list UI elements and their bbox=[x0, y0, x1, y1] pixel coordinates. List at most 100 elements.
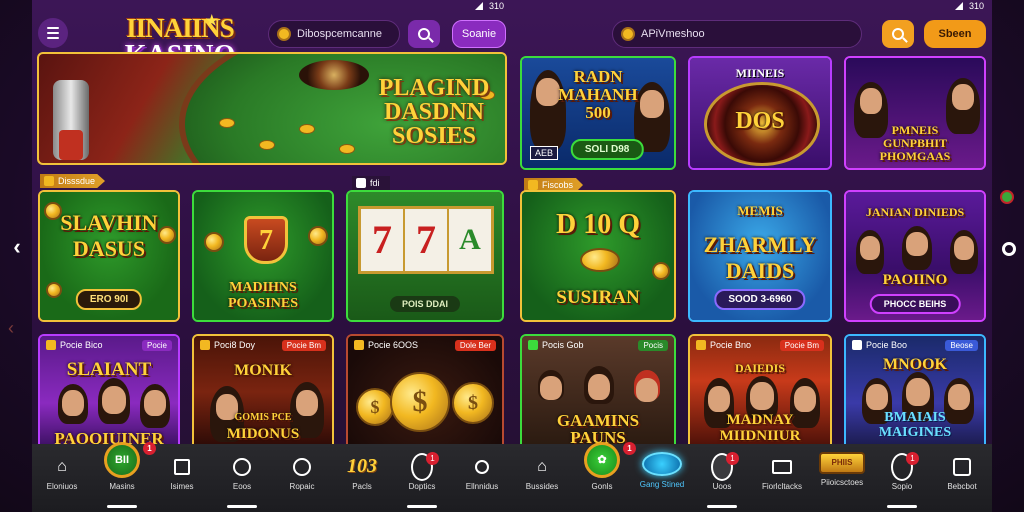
card-title-top: MONIK bbox=[234, 362, 292, 379]
corner-text: Poci8 Doy bbox=[214, 340, 256, 350]
game-card[interactable]: MEMIS ZHARMLY DAIDS SOOD 3-6960 bbox=[688, 190, 832, 322]
nav-label: Ellnnidus bbox=[465, 481, 499, 491]
menu-button[interactable] bbox=[38, 18, 68, 48]
nav-item-fiorlcltacks[interactable]: Fiorlcltacks bbox=[752, 444, 812, 512]
nav-label: Pacls bbox=[352, 482, 372, 491]
card-title: BMAIAIS MAIGINES bbox=[846, 410, 984, 440]
card-title-line3: DAIDS bbox=[725, 258, 795, 283]
game-card[interactable]: PMNEIS GUNPBHIT PHOMGAAS bbox=[844, 56, 986, 170]
card-pill[interactable]: SOLI D98 bbox=[570, 139, 644, 160]
notification-dot-icon[interactable] bbox=[1000, 190, 1014, 204]
coin-icon bbox=[621, 27, 635, 41]
game-card[interactable]: Pocie 6OOS Dole Ber $ $ $ bbox=[346, 334, 504, 450]
nav-label: Bussides bbox=[525, 481, 559, 491]
card-pill[interactable]: PHOCC BEIHS bbox=[869, 294, 961, 314]
game-card[interactable]: Pocis Gob Pocis GAAMINS PAUNS bbox=[520, 334, 676, 450]
card-pill[interactable]: POIS DDAI bbox=[389, 296, 461, 312]
nav-item-ropaic[interactable]: Ropaic bbox=[272, 444, 332, 512]
reel-symbol: 7 bbox=[416, 217, 436, 262]
card-corner-tag: Dole Ber bbox=[454, 340, 496, 351]
nav-item-gonls[interactable]: ✿ 1 Gonls bbox=[572, 441, 636, 512]
game-card[interactable]: JANIAN DINIEDS PAOIINO PHOCC BEIHS bbox=[844, 190, 986, 322]
card-title-line2: ZHARMLY bbox=[703, 232, 817, 257]
section-label-slots: fdi bbox=[352, 176, 390, 190]
section-label-text: Disssdue bbox=[58, 176, 96, 186]
search-icon bbox=[892, 28, 904, 40]
nav-item-ellnnidus[interactable]: Ellnnidus bbox=[452, 444, 512, 512]
card-title-line2: POASINES bbox=[227, 296, 299, 311]
person-face bbox=[102, 386, 126, 414]
nav-item-sopio[interactable]: 1 Sopio bbox=[872, 444, 932, 512]
game-card[interactable]: SLAVHIN DASUS ERO 90I bbox=[38, 190, 180, 322]
card-title-line1: SLAVHIN bbox=[60, 210, 158, 235]
reel: 7 bbox=[405, 209, 449, 271]
search-input[interactable]: Dibospcemcanne bbox=[268, 20, 400, 48]
nav-item-bebcbot[interactable]: Bebcbot bbox=[932, 444, 992, 512]
nav-label: Masins bbox=[109, 481, 135, 491]
dollar-coin-icon: $ bbox=[390, 372, 450, 432]
card-pill[interactable]: ERO 90I bbox=[75, 289, 143, 310]
reel: A bbox=[449, 209, 491, 271]
star-icon: ★ bbox=[205, 14, 218, 29]
nav-item-eoos[interactable]: Eoos bbox=[212, 444, 272, 512]
nav-item-home[interactable]: ⌂ Bussides bbox=[512, 444, 572, 512]
game-card[interactable]: RADN MAHANH 500 AEB SOLI D98 bbox=[520, 56, 676, 170]
nav-active-indicator bbox=[227, 505, 257, 508]
search-button[interactable] bbox=[882, 20, 914, 48]
card-corner-tag: Pocie Bm bbox=[779, 340, 824, 351]
nav-item-gang-stined[interactable]: Gang Stined bbox=[632, 444, 692, 512]
ring-icon[interactable] bbox=[1002, 242, 1016, 256]
nav-item-doptics[interactable]: 1 Doptics bbox=[392, 444, 452, 512]
game-card[interactable]: Pocie Bico Pocie SLAIANT PAOQIUINER bbox=[38, 334, 180, 450]
card-title-line3: PHOMGAAS bbox=[879, 149, 951, 163]
card-corner-label: Pocie Bico bbox=[46, 340, 103, 350]
person-face bbox=[906, 232, 928, 256]
compass-icon: 1 bbox=[891, 451, 919, 481]
signup-button[interactable]: Soanie bbox=[452, 20, 506, 48]
game-card[interactable]: Poci8 Doy Pocie Bm MONIK GOMIS PCE MIDON… bbox=[192, 334, 334, 450]
game-card[interactable]: D 10 Q SUSIRAN bbox=[520, 190, 676, 322]
person-face bbox=[952, 84, 974, 110]
search-button[interactable] bbox=[408, 20, 440, 48]
signal-icon bbox=[954, 2, 963, 10]
game-card[interactable]: MIINEIS DOS bbox=[688, 56, 832, 170]
prev-arrow-icon[interactable]: ‹ bbox=[6, 236, 28, 258]
nav-item-piioicsctoes[interactable]: PHIIS Piioicsctoes bbox=[812, 444, 872, 512]
dim-prev-arrow-icon: ‹ bbox=[8, 318, 14, 338]
nav-active-indicator bbox=[407, 505, 437, 508]
menu-line bbox=[47, 37, 59, 39]
nav-item-pacls[interactable]: 103 Pacls bbox=[332, 444, 392, 512]
card-title-top: MNOOK bbox=[883, 356, 947, 373]
nav-item-isimes[interactable]: Isimes bbox=[152, 444, 212, 512]
game-card[interactable]: Pocie Boo Beose MNOOK BMAIAIS MAIGINES bbox=[844, 334, 986, 450]
nav-label: Eoos bbox=[232, 481, 252, 491]
leaf-glyph: ✿ bbox=[597, 454, 607, 466]
card-title: MADIHNS POASINES bbox=[194, 280, 332, 312]
hero-banner[interactable]: PLAGIND DASDNN SOSIES bbox=[37, 52, 507, 165]
menu-line bbox=[47, 27, 59, 29]
nav-badge: 1 bbox=[906, 451, 919, 465]
corner-text: Pocie Bico bbox=[60, 340, 103, 350]
search-text: APiVmeshoo bbox=[641, 28, 705, 40]
nav-item-home[interactable]: ⌂ Eloniuos bbox=[32, 444, 92, 512]
card-pill[interactable]: SOOD 3-6960 bbox=[714, 289, 806, 310]
nav-item-masins[interactable]: BII 1 Masins bbox=[92, 441, 156, 512]
card-title: MADNAY MIIDNIIUR bbox=[690, 412, 830, 444]
nav-label: Sopio bbox=[891, 481, 913, 491]
game-card[interactable]: Pocie Bno Pocie Bm DAIEDIS MADNAY MIIDNI… bbox=[688, 334, 832, 450]
coin-icon bbox=[580, 248, 620, 272]
game-card[interactable]: 7 7 A POIS DDAI bbox=[346, 190, 504, 322]
target-icon bbox=[231, 456, 253, 478]
card-title-bottom: SUSIRAN bbox=[556, 287, 640, 308]
nav-item-uoos[interactable]: 1 Uoos bbox=[692, 444, 752, 512]
person-face bbox=[860, 236, 880, 260]
signup-button[interactable]: Sbeen bbox=[924, 20, 986, 48]
card-title-line2: DASUS bbox=[72, 236, 146, 261]
edit-icon bbox=[171, 456, 193, 478]
card-title-line3: MAIGINES bbox=[878, 425, 952, 440]
search-input[interactable]: APiVmeshoo bbox=[612, 20, 862, 48]
game-card[interactable]: 7 MADIHNS POASINES bbox=[192, 190, 334, 322]
card-corner-tag: Pocie bbox=[141, 340, 172, 351]
right-panel: 310 APiVmeshoo Sbeen RADN MAHANH 500 AEB… bbox=[512, 0, 992, 512]
person-face bbox=[750, 382, 774, 410]
